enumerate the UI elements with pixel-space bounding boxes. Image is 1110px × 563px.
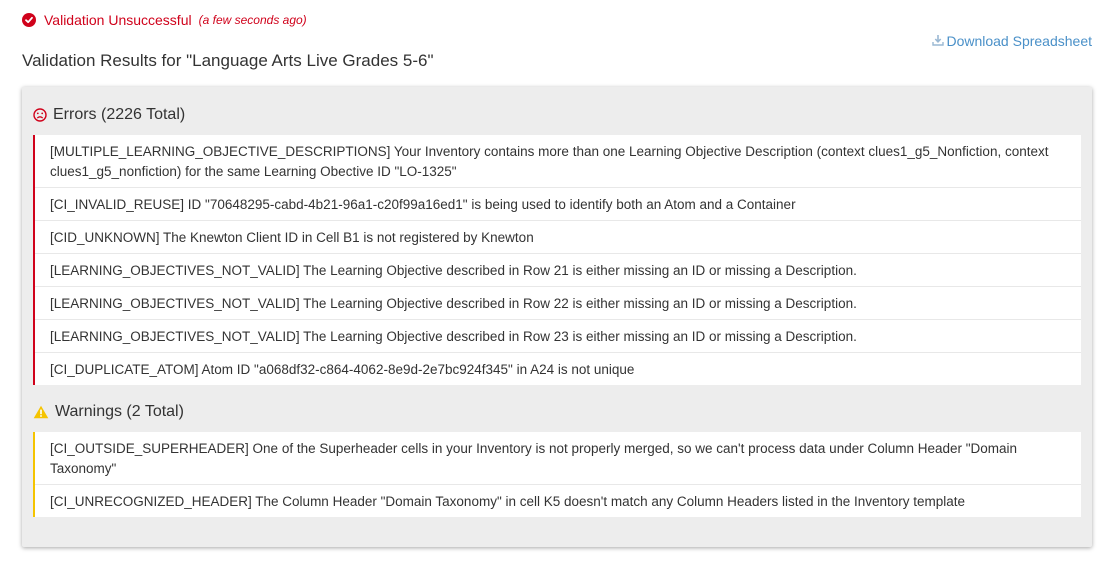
warning-triangle-icon [33,405,49,419]
warning-item: [CI_OUTSIDE_SUPERHEADER] One of the Supe… [35,432,1081,485]
sad-face-icon [33,108,47,122]
error-item: [LEARNING_OBJECTIVES_NOT_VALID] The Lear… [35,287,1081,320]
errors-heading: Errors (2226 Total) [33,106,185,124]
status-label: Validation Unsuccessful [44,12,192,28]
error-item: [CID_UNKNOWN] The Knewton Client ID in C… [35,221,1081,254]
warning-item: [CI_UNRECOGNIZED_HEADER] The Column Head… [50,494,966,509]
validation-status: Validation Unsuccessful (a few seconds a… [22,12,307,28]
status-timestamp: (a few seconds ago) [198,13,307,27]
warnings-heading: Warnings (2 Total) [33,403,184,421]
results-panel: Errors (2226 Total) [MULTIPLE_LEARNING_O… [22,87,1092,547]
error-item: [LEARNING_OBJECTIVES_NOT_VALID] The Lear… [35,320,1081,353]
warnings-list: [CI_OUTSIDE_SUPERHEADER] One of the Supe… [33,432,1081,517]
download-spreadsheet-link[interactable]: Download Spreadsheet [932,33,1092,49]
errors-heading-label: Errors (2226 Total) [53,106,186,123]
download-label: Download Spreadsheet [946,33,1092,49]
download-icon [932,33,946,49]
errors-list: [MULTIPLE_LEARNING_OBJECTIVE_DESCRIPTION… [33,135,1081,385]
error-item: [CI_DUPLICATE_ATOM] Atom ID "a068df32-c8… [50,362,635,377]
error-item: [LEARNING_OBJECTIVES_NOT_VALID] The Lear… [35,254,1081,287]
error-item: [MULTIPLE_LEARNING_OBJECTIVE_DESCRIPTION… [35,135,1081,188]
warnings-heading-label: Warnings (2 Total) [55,403,184,420]
page-title: Validation Results for "Language Arts Li… [22,51,434,70]
check-circle-icon [22,13,36,27]
error-item: [CI_INVALID_REUSE] ID "70648295-cabd-4b2… [35,188,1081,221]
